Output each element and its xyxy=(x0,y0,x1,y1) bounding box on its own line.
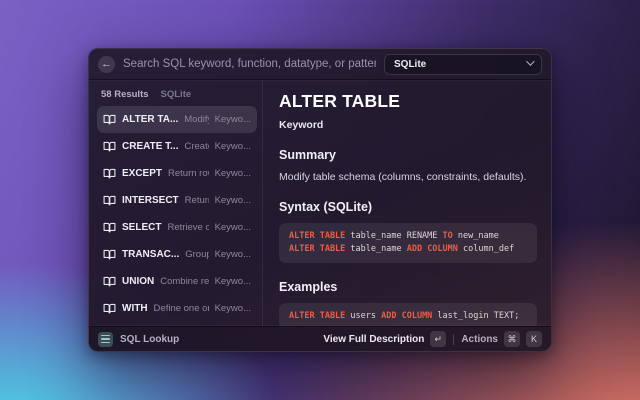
search-input[interactable] xyxy=(123,58,376,70)
sql-lookup-app-icon xyxy=(98,332,113,347)
result-list-item[interactable]: ALTER TA... Modify ta... Keywo... xyxy=(97,106,257,133)
result-type-badge: Keywo... xyxy=(215,222,251,233)
app-label: SQL Lookup xyxy=(120,334,179,345)
summary-text: Modify table schema (columns, constraint… xyxy=(279,171,537,183)
sql-lookup-window: ← SQLite 58 Results SQLite ALTER TA... M… xyxy=(88,48,552,352)
app-chip: SQL Lookup xyxy=(98,332,179,347)
footer-actions: View Full Description ↵ Actions ⌘ K xyxy=(323,331,542,347)
book-icon xyxy=(103,221,116,234)
book-icon xyxy=(103,194,116,207)
results-count: 58 Results xyxy=(101,89,149,100)
result-title: SELECT xyxy=(122,222,161,233)
book-icon xyxy=(103,275,116,288)
detail-type-label: Keyword xyxy=(279,119,537,131)
result-subtitle: Modify ta... xyxy=(184,114,208,125)
result-title: INTERSECT xyxy=(122,195,179,206)
result-title: WITH xyxy=(122,303,148,314)
result-list-item[interactable]: EXCEPT Return rows f... Keywo... xyxy=(97,160,257,187)
result-subtitle: Combine resul... xyxy=(160,276,208,287)
return-key-icon: ↵ xyxy=(430,331,446,347)
book-icon xyxy=(103,248,116,261)
result-subtitle: Create a... xyxy=(184,141,208,152)
footer-separator xyxy=(453,334,454,345)
result-type-badge: Keywo... xyxy=(215,195,251,206)
example-code-block: ALTER TABLE users ADD COLUMN last_login … xyxy=(279,303,537,326)
result-list-item[interactable]: WITH Define one or m... Keywo... xyxy=(97,295,257,322)
result-title: CREATE T... xyxy=(122,141,178,152)
result-list-item[interactable]: UNION Combine resul... Keywo... xyxy=(97,268,257,295)
results-pane: 58 Results SQLite ALTER TA... Modify ta.… xyxy=(89,80,263,326)
syntax-code-block: ALTER TABLE table_name RENAME TO new_nam… xyxy=(279,223,537,263)
results-list: ALTER TA... Modify ta... Keywo... CREATE… xyxy=(97,106,257,326)
actions-button[interactable]: Actions ⌘ K xyxy=(461,331,542,347)
view-full-description-label: View Full Description xyxy=(323,334,424,345)
result-type-badge: Keywo... xyxy=(215,249,251,260)
result-type-badge: Keywo... xyxy=(215,303,251,314)
book-icon xyxy=(103,167,116,180)
result-subtitle: Return ro... xyxy=(185,195,209,206)
result-title: ALTER TA... xyxy=(122,114,178,125)
result-type-badge: Keywo... xyxy=(215,168,251,179)
back-arrow-icon: ← xyxy=(101,56,112,72)
result-subtitle: Retrieve colu... xyxy=(167,222,208,233)
result-list-item[interactable]: CREATE T... Create a... Keywo... xyxy=(97,133,257,160)
back-button[interactable]: ← xyxy=(98,56,115,73)
book-icon xyxy=(103,140,116,153)
view-full-description-button[interactable]: View Full Description ↵ xyxy=(323,331,446,347)
search-bar: ← SQLite xyxy=(89,49,551,80)
result-subtitle: Group st... xyxy=(185,249,208,260)
result-list-item[interactable]: INTERSECT Return ro... Keywo... xyxy=(97,187,257,214)
result-subtitle: Return rows f... xyxy=(168,168,209,179)
summary-heading: Summary xyxy=(279,148,537,162)
results-scope: SQLite xyxy=(161,89,192,100)
result-list-item[interactable]: SELECT Retrieve colu... Keywo... xyxy=(97,214,257,241)
result-title: TRANSAC... xyxy=(122,249,179,260)
k-key-icon: K xyxy=(526,331,542,347)
detail-title: ALTER TABLE xyxy=(279,91,537,112)
engine-dropdown[interactable]: SQLite xyxy=(384,54,542,75)
result-type-badge: Keywo... xyxy=(215,141,251,152)
book-icon xyxy=(103,113,116,126)
results-header: 58 Results SQLite xyxy=(97,86,257,106)
command-key-icon: ⌘ xyxy=(504,331,520,347)
main-content: 58 Results SQLite ALTER TA... Modify ta.… xyxy=(89,80,551,326)
chevron-down-icon xyxy=(526,57,534,65)
detail-pane: ALTER TABLE Keyword Summary Modify table… xyxy=(263,80,551,326)
result-subtitle: Define one or m... xyxy=(154,303,209,314)
syntax-heading: Syntax (SQLite) xyxy=(279,200,537,214)
result-type-badge: Keywo... xyxy=(215,114,251,125)
result-list-item[interactable]: TRANSAC... Group st... Keywo... xyxy=(97,241,257,268)
result-title: EXCEPT xyxy=(122,168,162,179)
engine-dropdown-value: SQLite xyxy=(394,59,426,70)
book-icon xyxy=(103,302,116,315)
examples-heading: Examples xyxy=(279,280,537,294)
footer-bar: SQL Lookup View Full Description ↵ Actio… xyxy=(89,326,551,351)
result-type-badge: Keywo... xyxy=(215,276,251,287)
result-title: UNION xyxy=(122,276,154,287)
actions-label: Actions xyxy=(461,334,498,345)
